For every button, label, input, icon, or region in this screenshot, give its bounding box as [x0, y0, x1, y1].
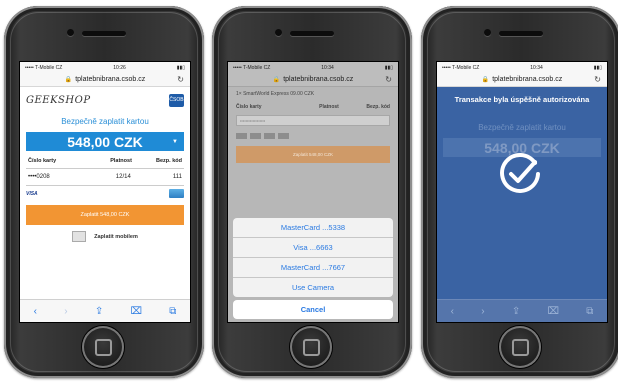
browser-toolbar: ‹ › ⇪ ⌧ ⧉	[20, 299, 190, 322]
merchant-line: 1× SmartWorld Express 09.00 CZK	[236, 91, 315, 97]
tabs-icon[interactable]: ⧉	[169, 306, 176, 317]
phone-2-screen: ••••• T-Mobile CZ 10:34 ▮▮▯ 🔒 tplatebnib…	[227, 61, 399, 323]
carrier-label: ••••• T-Mobile CZ	[442, 64, 480, 71]
clock: 10:34	[530, 64, 543, 71]
security-code-label: Bezp. kód	[156, 158, 182, 164]
forward-icon[interactable]: ›	[64, 306, 67, 317]
battery-icon: ▮▮▯	[384, 64, 393, 71]
status-bar: ••••• T-Mobile CZ 10:26 ▮▮▯	[20, 62, 190, 73]
card-brand-logos: VISA	[20, 186, 190, 201]
card-icon	[169, 189, 184, 198]
bookmarks-icon[interactable]: ⌧	[130, 306, 142, 317]
card-field-labels: Číslo karty Platnost Bezp. kód	[228, 101, 398, 113]
front-camera	[484, 29, 491, 36]
clock: 10:34	[321, 64, 334, 71]
share-icon[interactable]: ⇪	[95, 306, 103, 317]
maestro-logo	[264, 133, 275, 139]
card-fields: ••••0208 12/14 111	[26, 168, 184, 186]
home-button[interactable]	[82, 326, 124, 368]
page-title: Bezpečně zaplatit kartou	[61, 117, 149, 126]
payment-page: GEEKSHOP ČSOB Bezpečně zaplatit kartou 5…	[20, 87, 190, 299]
card-number-label: Číslo karty	[236, 104, 262, 110]
share-icon[interactable]: ⇪	[512, 306, 520, 317]
back-icon[interactable]: ‹	[451, 306, 454, 317]
phone-3-screen: ••••• T-Mobile CZ 10:34 ▮▮▯ 🔒 tplatebnib…	[436, 61, 608, 323]
amount-value: 548,00 CZK	[67, 133, 143, 150]
status-bar: ••••• T-Mobile CZ 10:34 ▮▮▯	[228, 62, 398, 73]
home-button[interactable]	[499, 326, 541, 368]
reload-icon[interactable]: ↻	[385, 75, 392, 84]
mobile-pay-icon	[72, 231, 87, 242]
clock: 10:26	[113, 64, 126, 71]
amount-selector[interactable]: 548,00 CZK ▼	[26, 132, 184, 151]
card-number-label: Číslo karty	[28, 158, 57, 164]
cancel-button[interactable]: Cancel	[233, 300, 393, 319]
status-bar: ••••• T-Mobile CZ 10:34 ▮▮▯	[437, 62, 607, 73]
visa-logo	[236, 133, 247, 139]
pay-button[interactable]: Zaplatit 548,00 CZK	[26, 205, 184, 225]
card-options: MasterCard ...5338 Visa ...6663 MasterCa…	[233, 218, 393, 297]
back-icon[interactable]: ‹	[34, 306, 37, 317]
card-option[interactable]: MasterCard ...5338	[233, 218, 393, 238]
card-number-field[interactable]: ••••••••••••••••••	[236, 115, 390, 126]
address-bar[interactable]: 🔒 tplatebnibrana.csob.cz ↻	[20, 73, 190, 87]
card-option[interactable]: MasterCard ...7667	[233, 258, 393, 278]
lock-icon: 🔒	[481, 77, 490, 83]
bookmarks-icon[interactable]: ⌧	[547, 306, 559, 317]
pay-button[interactable]: Zaplatit 548,00 CZK	[236, 146, 390, 163]
mastercard-logo	[250, 133, 261, 139]
security-code-label: Bezp. kód	[366, 104, 390, 110]
carrier-label: ••••• T-Mobile CZ	[25, 64, 63, 71]
card-picker-sheet: MasterCard ...5338 Visa ...6663 MasterCa…	[233, 218, 393, 319]
phone-1-screen: ••••• T-Mobile CZ 10:26 ▮▮▯ 🔒 tplatebnib…	[19, 61, 191, 323]
earpiece-speaker	[499, 31, 543, 36]
validity-label: Platnost	[110, 158, 132, 164]
address-bar[interactable]: 🔒 tplatebnibrana.csob.cz ↻	[437, 73, 607, 87]
carrier-label: ••••• T-Mobile CZ	[233, 64, 271, 71]
page-title: Bezpečně zaplatit kartou	[478, 123, 566, 132]
home-button[interactable]	[290, 326, 332, 368]
mobile-pay-label: Zaplatit mobilem	[94, 233, 138, 240]
tabs-icon[interactable]: ⧉	[586, 306, 593, 317]
battery-icon: ▮▮▯	[176, 64, 185, 71]
lock-icon: 🔒	[272, 77, 281, 83]
phone-2: ••••• T-Mobile CZ 10:34 ▮▮▯ 🔒 tplatebnib…	[212, 6, 412, 378]
success-message: Transakce byla úspěšně autorizována	[454, 95, 590, 104]
amex-logo	[278, 133, 289, 139]
success-overlay: Bezpečně zaplatit kartou 548,00 CZK Tran…	[437, 87, 607, 322]
url-text: tplatebnibrana.csob.cz	[283, 76, 354, 83]
merchant-header: GEEKSHOP ČSOB	[20, 87, 190, 113]
validity-field[interactable]: 12/14	[116, 174, 131, 180]
earpiece-speaker	[82, 31, 126, 36]
shop-logo: GEEKSHOP	[26, 94, 91, 106]
security-code-field[interactable]: 111	[173, 174, 182, 180]
browser-toolbar: ‹ › ⇪ ⌧ ⧉	[437, 299, 607, 322]
use-camera-option[interactable]: Use Camera	[233, 278, 393, 297]
earpiece-speaker	[290, 31, 334, 36]
card-brand-logos	[228, 128, 398, 144]
phone-3: ••••• T-Mobile CZ 10:34 ▮▮▯ 🔒 tplatebnib…	[421, 6, 618, 378]
visa-logo: VISA	[26, 190, 38, 197]
validity-label: Platnost	[319, 104, 339, 110]
card-field-labels: Číslo karty Platnost Bezp. kód	[20, 158, 190, 164]
phone-1: ••••• T-Mobile CZ 10:26 ▮▮▯ 🔒 tplatebnib…	[4, 6, 204, 378]
url-text: tplatebnibrana.csob.cz	[492, 76, 563, 83]
faded-payment-page: Bezpečně zaplatit kartou 548,00 CZK	[437, 87, 607, 322]
front-camera	[275, 29, 282, 36]
lock-icon: 🔒	[64, 77, 73, 83]
front-camera	[67, 29, 74, 36]
bank-logo: ČSOB	[169, 93, 184, 107]
forward-icon[interactable]: ›	[481, 306, 484, 317]
battery-icon: ▮▮▯	[593, 64, 602, 71]
mobile-pay-button[interactable]: Zaplatit mobilem	[20, 231, 190, 242]
caret-down-icon: ▼	[172, 138, 178, 145]
card-number-field[interactable]: ••••0208	[28, 174, 50, 180]
reload-icon[interactable]: ↻	[177, 75, 184, 84]
card-option[interactable]: Visa ...6663	[233, 238, 393, 258]
reload-icon[interactable]: ↻	[594, 75, 601, 84]
url-text: tplatebnibrana.csob.cz	[75, 76, 146, 83]
address-bar[interactable]: 🔒 tplatebnibrana.csob.cz ↻	[228, 73, 398, 87]
checkmark-circle-icon	[500, 153, 540, 193]
